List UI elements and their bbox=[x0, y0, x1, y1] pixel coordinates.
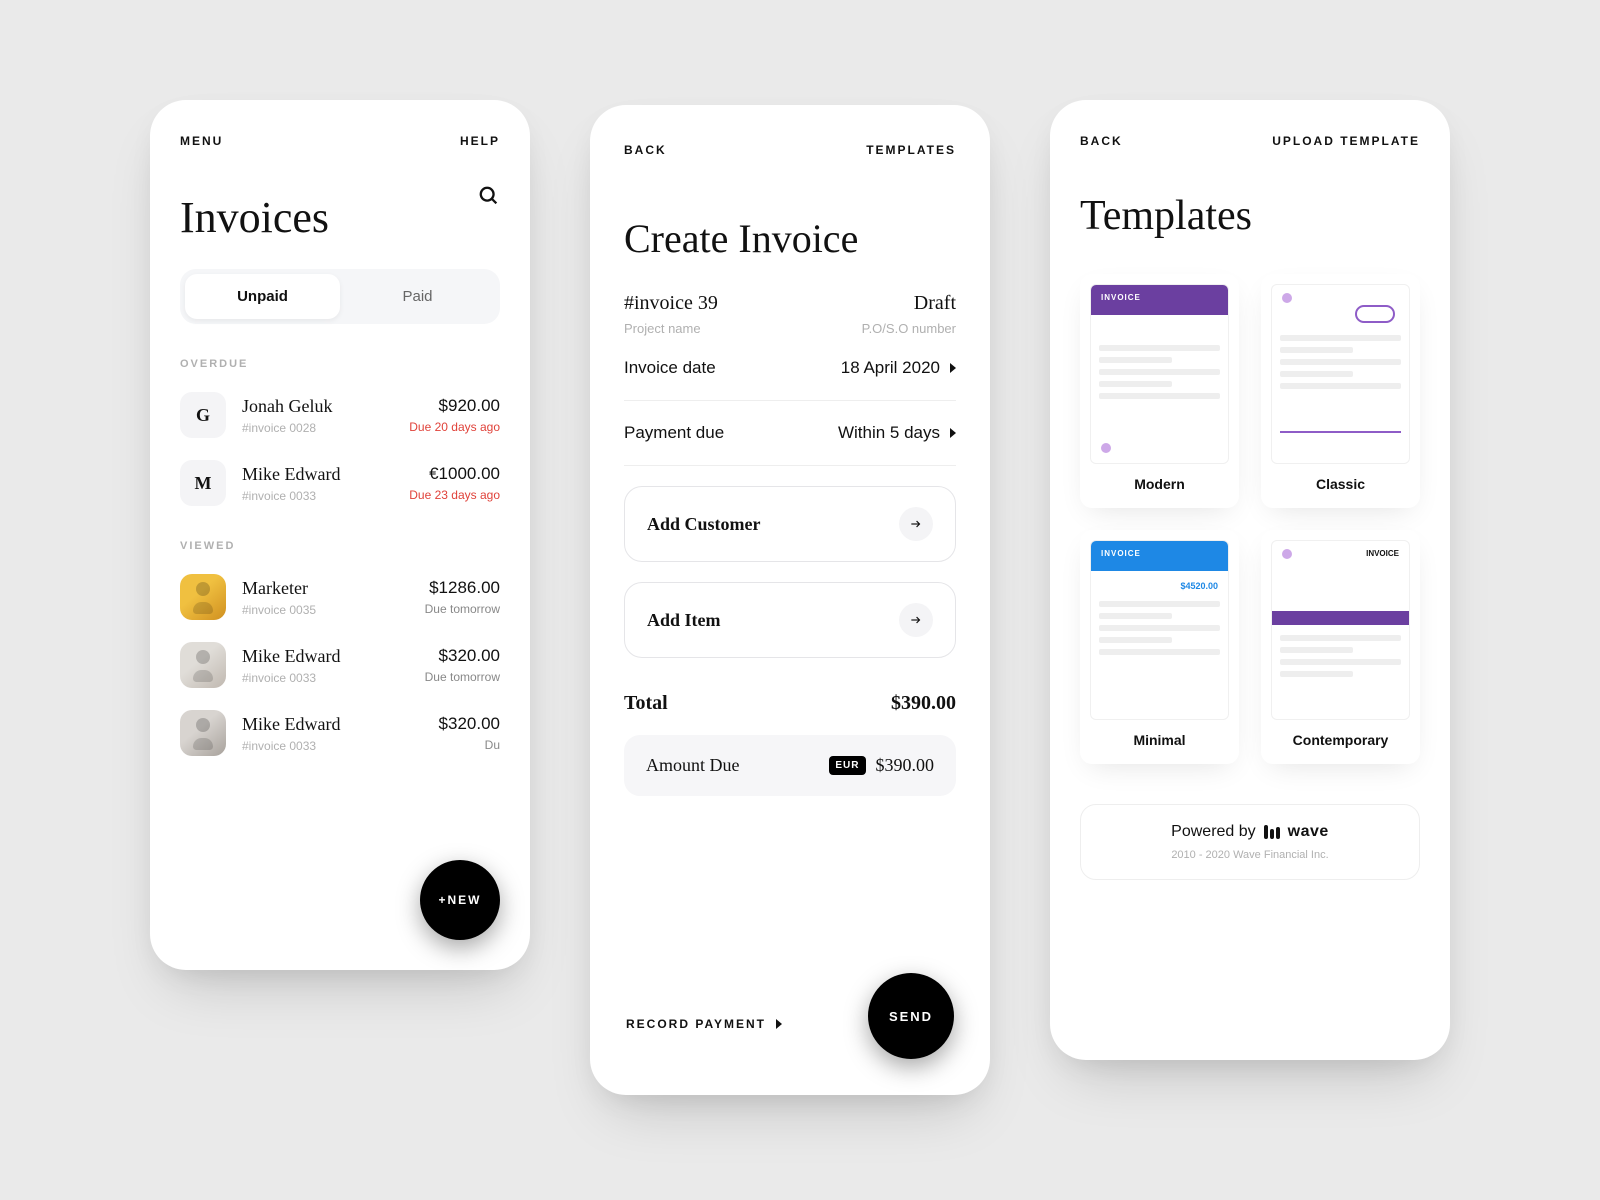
total-value: $390.00 bbox=[891, 692, 956, 715]
powered-by-prefix: Powered by bbox=[1171, 823, 1256, 841]
invoice-ref: #invoice 0028 bbox=[242, 421, 409, 435]
template-card-contemporary[interactable]: INVOICE Contemporary bbox=[1261, 530, 1420, 764]
template-thumb-amount: $4520.00 bbox=[1180, 581, 1218, 591]
arrow-right-icon bbox=[899, 603, 933, 637]
screen-templates: BACK UPLOAD TEMPLATE Templates INVOICE M… bbox=[1050, 100, 1450, 1060]
arrow-right-icon bbox=[899, 507, 933, 541]
template-thumb-title: INVOICE bbox=[1366, 549, 1399, 558]
invoice-amount: $920.00 bbox=[409, 396, 500, 416]
templates-button[interactable]: TEMPLATES bbox=[866, 143, 956, 157]
section-overdue-label: OVERDUE bbox=[180, 358, 500, 370]
total-label: Total bbox=[624, 692, 668, 715]
invoice-due: Due tomorrow bbox=[425, 602, 500, 616]
invoice-row[interactable]: M Mike Edward #invoice 0033 €1000.00 Due… bbox=[180, 460, 500, 506]
invoice-amount: $1286.00 bbox=[425, 578, 500, 598]
chevron-right-icon bbox=[950, 428, 956, 438]
invoice-ref: #invoice 0035 bbox=[242, 603, 425, 617]
invoice-row[interactable]: Marketer #invoice 0035 $1286.00 Due tomo… bbox=[180, 574, 500, 620]
po-number-label[interactable]: P.O/S.O number bbox=[862, 321, 956, 336]
powered-by: Powered by wave 2010 - 2020 Wave Financi… bbox=[1080, 804, 1420, 880]
help-button[interactable]: HELP bbox=[460, 134, 500, 148]
send-button[interactable]: SEND bbox=[868, 973, 954, 1059]
record-payment-button[interactable]: RECORD PAYMENT bbox=[626, 1017, 782, 1031]
payment-due-row[interactable]: Payment due Within 5 days bbox=[624, 401, 956, 466]
project-name-label[interactable]: Project name bbox=[624, 321, 718, 336]
invoice-customer: Marketer bbox=[242, 578, 425, 599]
avatar-initial: G bbox=[180, 392, 226, 438]
add-customer-label: Add Customer bbox=[647, 514, 761, 535]
add-customer-button[interactable]: Add Customer bbox=[624, 486, 956, 562]
invoice-date-row[interactable]: Invoice date 18 April 2020 bbox=[624, 336, 956, 401]
chevron-right-icon bbox=[776, 1019, 782, 1029]
template-name: Modern bbox=[1090, 476, 1229, 492]
payment-due-value: Within 5 days bbox=[838, 423, 940, 443]
invoice-due: Du bbox=[439, 738, 500, 752]
template-name: Classic bbox=[1271, 476, 1410, 492]
invoice-ref: #invoice 39 bbox=[624, 292, 718, 315]
invoice-ref: #invoice 0033 bbox=[242, 671, 425, 685]
template-thumb: INVOICE bbox=[1271, 540, 1410, 720]
invoice-date-value: 18 April 2020 bbox=[841, 358, 940, 378]
section-viewed-label: VIEWED bbox=[180, 540, 500, 552]
invoice-row[interactable]: Mike Edward #invoice 0033 $320.00 Due to… bbox=[180, 642, 500, 688]
invoice-row[interactable]: Mike Edward #invoice 0033 $320.00 Du bbox=[180, 710, 500, 756]
powered-by-brand: wave bbox=[1288, 823, 1329, 841]
page-title: Templates bbox=[1080, 192, 1420, 240]
tab-paid[interactable]: Paid bbox=[340, 274, 495, 319]
payment-due-label: Payment due bbox=[624, 423, 724, 443]
wave-logo-icon bbox=[1264, 825, 1280, 839]
avatar-photo bbox=[180, 642, 226, 688]
page-title: Create Invoice bbox=[624, 215, 956, 262]
add-item-button[interactable]: Add Item bbox=[624, 582, 956, 658]
invoice-due: Due tomorrow bbox=[425, 670, 500, 684]
avatar-initial: M bbox=[180, 460, 226, 506]
template-card-minimal[interactable]: INVOICE $4520.00 Minimal bbox=[1080, 530, 1239, 764]
amount-due-label: Amount Due bbox=[646, 755, 740, 776]
chevron-right-icon bbox=[950, 363, 956, 373]
invoice-amount: $320.00 bbox=[425, 646, 500, 666]
invoice-customer: Mike Edward bbox=[242, 646, 425, 667]
invoice-ref: #invoice 0033 bbox=[242, 489, 409, 503]
invoice-date-label: Invoice date bbox=[624, 358, 716, 378]
screen-create-invoice: BACK TEMPLATES Create Invoice #invoice 3… bbox=[590, 105, 990, 1095]
template-name: Contemporary bbox=[1271, 732, 1410, 748]
template-card-classic[interactable]: Classic bbox=[1261, 274, 1420, 508]
add-item-label: Add Item bbox=[647, 610, 721, 631]
menu-button[interactable]: MENU bbox=[180, 134, 223, 148]
template-thumb: INVOICE $4520.00 bbox=[1090, 540, 1229, 720]
invoice-amount: $320.00 bbox=[439, 714, 500, 734]
new-invoice-fab[interactable]: +NEW bbox=[420, 860, 500, 940]
template-thumb-title: INVOICE bbox=[1101, 293, 1141, 302]
template-thumb: INVOICE bbox=[1090, 284, 1229, 464]
invoice-status: Draft bbox=[862, 292, 956, 315]
tab-unpaid[interactable]: Unpaid bbox=[185, 274, 340, 319]
invoice-ref: #invoice 0033 bbox=[242, 739, 439, 753]
invoice-due: Due 20 days ago bbox=[409, 420, 500, 434]
template-thumb-title: INVOICE bbox=[1101, 549, 1141, 558]
invoice-row[interactable]: G Jonah Geluk #invoice 0028 $920.00 Due … bbox=[180, 392, 500, 438]
amount-due-value: $390.00 bbox=[876, 755, 935, 776]
template-card-modern[interactable]: INVOICE Modern bbox=[1080, 274, 1239, 508]
upload-template-button[interactable]: UPLOAD TEMPLATE bbox=[1272, 134, 1420, 148]
powered-by-sub: 2010 - 2020 Wave Financial Inc. bbox=[1099, 849, 1401, 861]
template-name: Minimal bbox=[1090, 732, 1229, 748]
back-button[interactable]: BACK bbox=[624, 143, 667, 157]
invoice-customer: Mike Edward bbox=[242, 464, 409, 485]
record-payment-label: RECORD PAYMENT bbox=[626, 1017, 766, 1031]
avatar-photo bbox=[180, 574, 226, 620]
invoice-customer: Mike Edward bbox=[242, 714, 439, 735]
tabs: Unpaid Paid bbox=[180, 269, 500, 324]
invoice-amount: €1000.00 bbox=[409, 464, 500, 484]
invoice-customer: Jonah Geluk bbox=[242, 396, 409, 417]
avatar-photo bbox=[180, 710, 226, 756]
page-title: Invoices bbox=[180, 192, 329, 243]
screen-invoices: MENU HELP Invoices Unpaid Paid OVERDUE G… bbox=[150, 100, 530, 970]
currency-badge[interactable]: EUR bbox=[829, 756, 865, 775]
template-thumb bbox=[1271, 284, 1410, 464]
search-icon[interactable] bbox=[478, 185, 500, 207]
invoice-due: Due 23 days ago bbox=[409, 488, 500, 502]
amount-due-card: Amount Due EUR $390.00 bbox=[624, 735, 956, 796]
back-button[interactable]: BACK bbox=[1080, 134, 1123, 148]
